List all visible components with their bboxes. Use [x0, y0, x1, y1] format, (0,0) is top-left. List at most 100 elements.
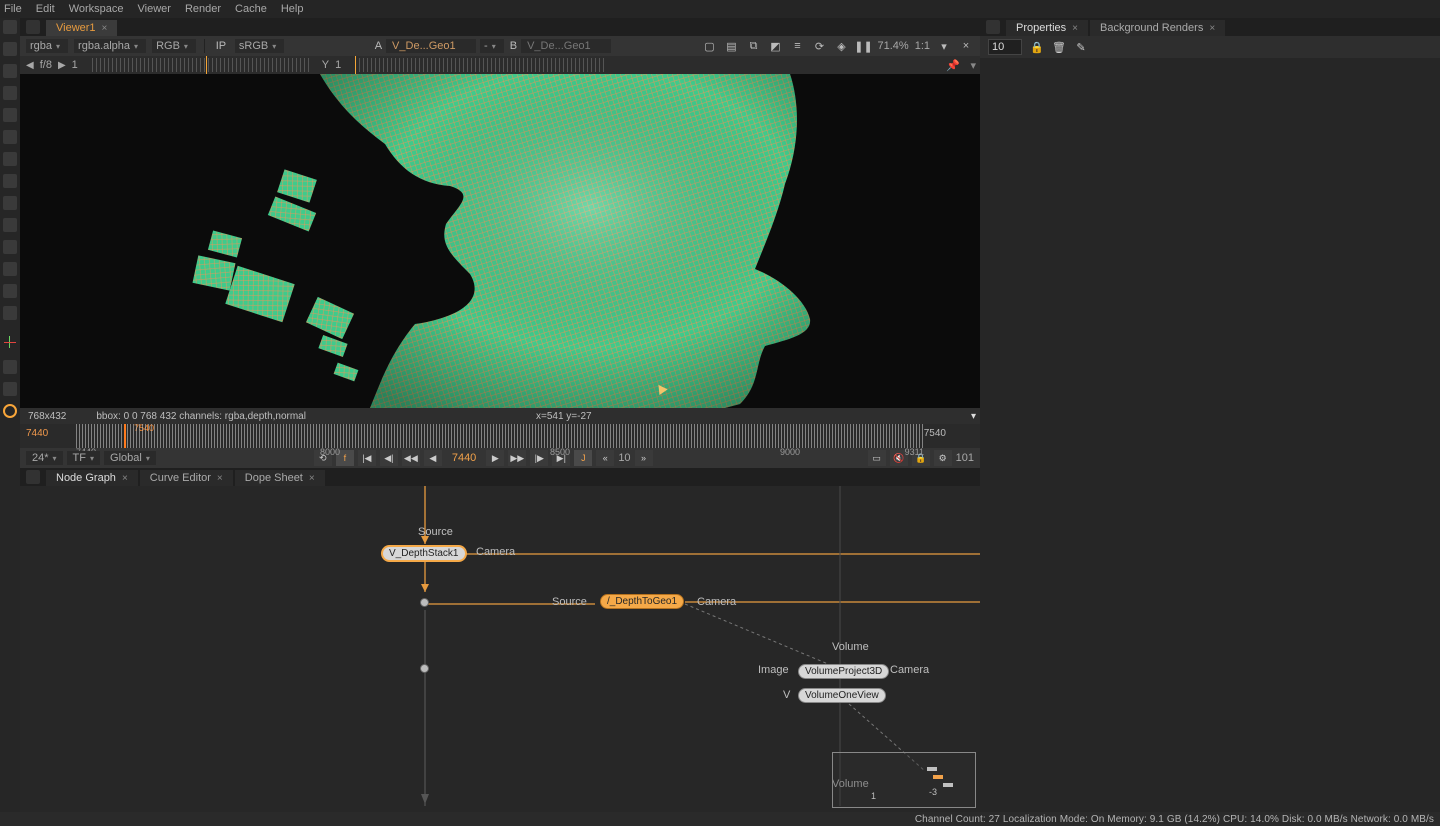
node-graph[interactable]: Source Camera Source Camera Volume Image… — [20, 486, 980, 812]
close-icon[interactable]: × — [217, 473, 223, 484]
tool-transform-icon[interactable] — [3, 108, 17, 122]
channel-select[interactable]: rgba.alpha — [74, 39, 146, 53]
ratio-readout[interactable]: 1:1 — [915, 40, 930, 52]
drop-icon[interactable]: ▾ — [970, 59, 976, 72]
step-size[interactable]: 10 — [618, 452, 630, 464]
tool-merge-icon[interactable] — [3, 196, 17, 210]
max-panels-input[interactable] — [988, 39, 1022, 55]
range-icon[interactable]: ▭ — [868, 450, 886, 466]
minimap[interactable]: 1 -3 — [832, 752, 976, 808]
tab-viewer1[interactable]: Viewer1 × — [46, 20, 117, 36]
info-drop-icon[interactable]: ▾ — [971, 411, 976, 422]
tool-other2-icon[interactable] — [3, 382, 17, 396]
tool-paint-icon[interactable] — [3, 86, 17, 100]
fstop-readout[interactable]: f/8 — [40, 59, 52, 71]
tool-filter-icon[interactable] — [3, 152, 17, 166]
step-fwd-icon[interactable]: ▶▶ — [508, 450, 526, 466]
settings-icon[interactable]: ⚙ — [934, 450, 952, 466]
lock-icon[interactable]: 🔒 — [1030, 40, 1044, 54]
play-icon[interactable]: ▶ — [486, 450, 504, 466]
capture-icon[interactable]: ◈ — [834, 38, 850, 54]
tab-curve-editor[interactable]: Curve Editor × — [140, 470, 233, 486]
tool-update-icon[interactable] — [3, 404, 17, 418]
play-back-icon[interactable]: ◀ — [424, 450, 442, 466]
pane-grip-icon[interactable] — [26, 20, 40, 34]
close-viewer-icon[interactable]: × — [958, 38, 974, 54]
menu-viewer[interactable]: Viewer — [138, 3, 171, 15]
tab-bg-renders[interactable]: Background Renders × — [1090, 20, 1225, 36]
tab-properties[interactable]: Properties × — [1006, 20, 1088, 36]
prev-key-icon[interactable]: ◀| — [380, 450, 398, 466]
tab-node-graph[interactable]: Node Graph × — [46, 470, 138, 486]
tool-views-icon[interactable] — [3, 284, 17, 298]
tool-key-icon[interactable] — [3, 174, 17, 188]
close-icon[interactable]: × — [309, 473, 315, 484]
first-frame-icon[interactable]: |◀ — [358, 450, 376, 466]
node-depthtogeo[interactable]: /_DepthToGeo1 — [600, 594, 684, 609]
pause-icon[interactable]: ❚❚ — [856, 38, 872, 54]
pin-icon[interactable]: 📌 — [946, 59, 960, 72]
menu-workspace[interactable]: Workspace — [69, 3, 124, 15]
chevron-down-icon[interactable]: ▾ — [936, 38, 952, 54]
fps-select[interactable]: 24* — [26, 451, 63, 465]
a-mode-select[interactable]: - — [480, 39, 504, 53]
zoom-readout[interactable]: 71.4% — [878, 40, 909, 52]
proxy-icon[interactable]: ⧉ — [746, 38, 762, 54]
y-value[interactable]: 1 — [335, 59, 341, 71]
display-select[interactable]: sRGB — [235, 39, 284, 53]
next-key-icon[interactable]: |▶ — [530, 450, 548, 466]
port-dot[interactable] — [420, 598, 429, 607]
close-icon[interactable]: × — [1209, 23, 1215, 34]
viewport-3d[interactable] — [20, 74, 980, 408]
edit-icon[interactable]: ✎ — [1074, 40, 1088, 54]
tool-node-icon[interactable] — [3, 20, 17, 34]
close-icon[interactable]: × — [102, 23, 108, 34]
menu-edit[interactable]: Edit — [36, 3, 55, 15]
tool-3d-icon[interactable] — [3, 218, 17, 232]
current-frame[interactable]: 7440 — [446, 452, 482, 464]
next-frame-icon[interactable]: ▶ — [58, 60, 66, 71]
skip-fwd-icon[interactable]: » — [635, 450, 653, 466]
menu-render[interactable]: Render — [185, 3, 221, 15]
gain-slider[interactable] — [92, 58, 312, 72]
menu-cache[interactable]: Cache — [235, 3, 267, 15]
node-volumeproject[interactable]: VolumeProject3D — [798, 664, 889, 679]
menu-file[interactable]: File — [4, 3, 22, 15]
pane-grip-icon[interactable] — [986, 20, 1000, 34]
mode-select[interactable]: TF — [67, 451, 100, 465]
wipe-icon[interactable]: ◩ — [768, 38, 784, 54]
node-depthstack[interactable]: V_DepthStack1 — [382, 546, 466, 561]
port-dot[interactable] — [420, 664, 429, 673]
tool-other1-icon[interactable] — [3, 360, 17, 374]
gamma-slider[interactable] — [355, 58, 605, 72]
loop-icon[interactable]: J — [574, 450, 592, 466]
clear-icon[interactable]: 🗑 — [1052, 40, 1066, 54]
close-icon[interactable]: × — [1072, 23, 1078, 34]
tool-color-icon[interactable] — [3, 130, 17, 144]
clip-icon[interactable]: ▢ — [702, 38, 718, 54]
skip-back-icon[interactable]: « — [596, 450, 614, 466]
close-icon[interactable]: × — [122, 473, 128, 484]
colorspace-select[interactable]: RGB — [152, 39, 196, 53]
ip-toggle-icon[interactable]: IP — [213, 38, 229, 54]
refresh-icon[interactable]: ⟳ — [812, 38, 828, 54]
a-buffer-select[interactable]: V_De...Geo1 — [386, 39, 476, 53]
tl-out[interactable]: 7540 — [924, 428, 946, 439]
layer-select[interactable]: rgba — [26, 39, 68, 53]
frame-readout[interactable]: 1 — [72, 59, 78, 71]
list-icon[interactable]: ≡ — [790, 38, 806, 54]
node-volumeoneview[interactable]: VolumeOneView — [798, 688, 886, 703]
tool-metadata-icon[interactable] — [3, 306, 17, 320]
tl-in[interactable]: 7440 — [26, 428, 48, 439]
b-buffer-select[interactable]: V_De...Geo1 — [521, 39, 611, 53]
timeline-scale[interactable]: 7440 7540 7540 7440 8000 8500 9000 9311 — [20, 424, 980, 448]
prev-frame-icon[interactable]: ◀ — [26, 60, 34, 71]
tool-deep-icon[interactable] — [3, 262, 17, 276]
step-back-icon[interactable]: ◀◀ — [402, 450, 420, 466]
tool-particles-icon[interactable] — [3, 240, 17, 254]
tab-dope-sheet[interactable]: Dope Sheet × — [235, 470, 325, 486]
playhead[interactable] — [124, 424, 126, 448]
tool-roto-icon[interactable] — [3, 64, 17, 78]
menu-help[interactable]: Help — [281, 3, 304, 15]
tool-select-icon[interactable] — [3, 42, 17, 56]
